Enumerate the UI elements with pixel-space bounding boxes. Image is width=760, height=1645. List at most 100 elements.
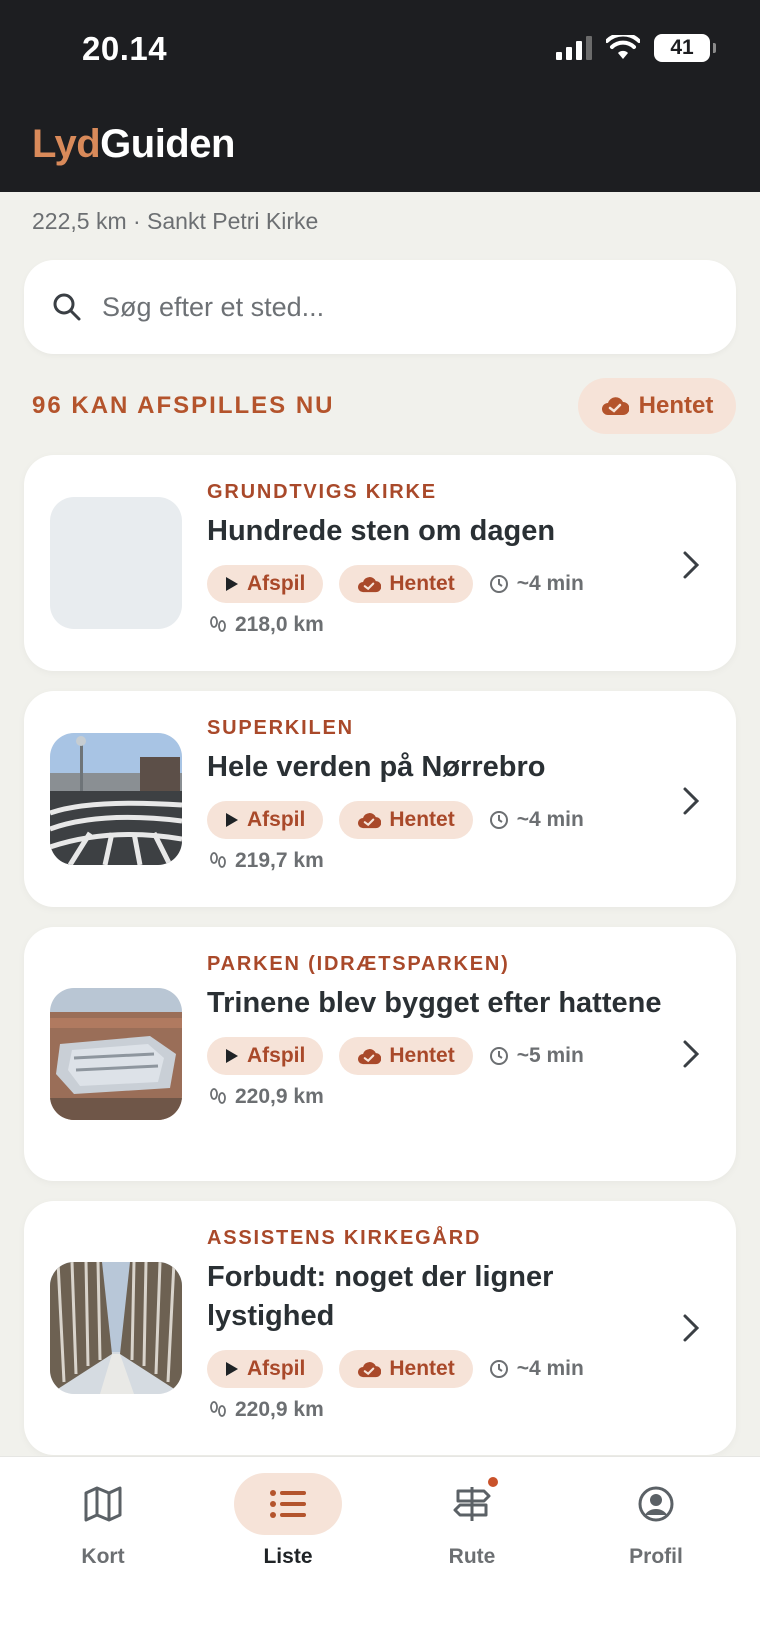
tab-icon-container (418, 1473, 526, 1535)
story-content: PARKEN (IDRÆTSPARKEN) Trinene blev bygge… (207, 953, 667, 1109)
clock-icon (489, 1047, 508, 1065)
story-place: GRUNDTVIGS KIRKE (207, 481, 437, 503)
avenue-image (50, 1262, 182, 1394)
story-thumbnail-placeholder (50, 497, 182, 629)
distance-text: 219,7 km (235, 849, 324, 872)
clock-icon (489, 575, 508, 593)
map-icon (84, 1486, 122, 1522)
chevron-right-icon (683, 787, 700, 815)
story-thumbnail (50, 988, 182, 1120)
battery-indicator: 41 (654, 34, 716, 62)
duration-text: ~4 min (516, 572, 584, 595)
play-icon (226, 813, 238, 827)
tab-label: Rute (448, 1545, 496, 1568)
story-place: SUPERKILEN (207, 717, 354, 739)
app-title-part2: Guiden (100, 122, 235, 166)
story-title: Hele verden på Nørrebro (207, 751, 546, 783)
chevron-right-icon (683, 1040, 700, 1068)
cloud-check-icon (358, 1361, 382, 1377)
play-button[interactable]: Afspil (207, 1037, 324, 1075)
downloaded-badge: Hentet (339, 565, 473, 603)
duration: ~4 min (489, 1357, 584, 1381)
downloaded-badge: Hentet (339, 801, 473, 839)
chevron-right-icon (683, 1314, 700, 1342)
story-thumbnail (50, 1262, 182, 1394)
footsteps-icon (210, 1401, 226, 1417)
status-time: 20.14 (82, 30, 168, 67)
wifi-icon (606, 35, 640, 59)
tab-icon-container (49, 1473, 157, 1535)
distance-text: 218,0 km (235, 613, 324, 636)
duration: ~5 min (489, 1044, 584, 1068)
play-button[interactable]: Afspil (207, 1350, 324, 1388)
play-label: Afspil (247, 572, 306, 595)
play-button[interactable]: Afspil (207, 565, 324, 603)
tab-liste[interactable]: Liste (208, 1473, 368, 1593)
story-card[interactable]: PARKEN (IDRÆTSPARKEN) Trinene blev bygge… (24, 927, 736, 1181)
downloaded-label: Hentet (389, 1044, 455, 1067)
story-content: SUPERKILEN Hele verden på Nørrebro Afspi… (207, 717, 667, 873)
cloud-check-icon (358, 812, 382, 828)
play-button[interactable]: Afspil (207, 801, 324, 839)
filter-label: Hentet (638, 392, 714, 419)
distance: 218,0 km (207, 613, 667, 637)
downloaded-label: Hentet (389, 1357, 455, 1380)
story-title: Trinene blev bygget efter hattene (207, 987, 662, 1019)
clock-icon (489, 1360, 508, 1378)
story-content: GRUNDTVIGS KIRKE Hundrede sten om dagen … (207, 481, 667, 637)
duration-text: ~5 min (516, 1044, 584, 1067)
downloaded-label: Hentet (389, 572, 455, 595)
story-actions: Afspil Hentet ~4 min (207, 801, 667, 839)
cloud-check-icon (601, 397, 629, 415)
story-actions: Afspil Hentet ~4 min (207, 565, 667, 603)
footsteps-icon (210, 1088, 226, 1104)
status-icons: 41 (556, 34, 716, 62)
play-label: Afspil (247, 1357, 306, 1380)
story-card[interactable]: ASSISTENS KIRKEGÅRD Forbudt: noget der l… (24, 1201, 736, 1455)
search-input[interactable] (102, 291, 662, 323)
profile-icon (638, 1486, 674, 1522)
story-card[interactable]: GRUNDTVIGS KIRKE Hundrede sten om dagen … (24, 455, 736, 671)
footsteps-icon (210, 852, 226, 868)
clock-icon (489, 811, 508, 829)
superkilen-image (50, 733, 182, 865)
distance: 220,9 km (207, 1398, 667, 1422)
tab-label: Liste (263, 1545, 313, 1568)
downloaded-filter-chip[interactable]: Hentet (578, 378, 736, 434)
bottom-tab-bar: Kort Liste Rute Profil (0, 1456, 760, 1645)
signal-icon (556, 36, 592, 60)
footsteps-icon (210, 616, 226, 632)
tab-rute[interactable]: Rute (392, 1473, 552, 1593)
distance-text: 220,9 km (235, 1398, 324, 1421)
story-place: ASSISTENS KIRKEGÅRD (207, 1227, 482, 1249)
story-content: ASSISTENS KIRKEGÅRD Forbudt: noget der l… (207, 1227, 667, 1422)
notification-dot (488, 1477, 498, 1487)
search-icon (53, 293, 81, 321)
playable-count: 96 KAN AFSPILLES NU (32, 392, 335, 419)
downloaded-badge: Hentet (339, 1037, 473, 1075)
distance-text: 220,9 km (235, 1085, 324, 1108)
duration-text: ~4 min (516, 1357, 584, 1380)
distance: 219,7 km (207, 849, 667, 873)
tab-icon-container (234, 1473, 342, 1535)
chevron-right-icon (683, 551, 700, 579)
play-label: Afspil (247, 808, 306, 831)
tab-label: Profil (629, 1545, 683, 1568)
story-card[interactable]: SUPERKILEN Hele verden på Nørrebro Afspi… (24, 691, 736, 907)
list-icon (270, 1490, 306, 1518)
play-label: Afspil (247, 1044, 306, 1067)
story-title: Hundrede sten om dagen (207, 515, 556, 547)
cloud-check-icon (358, 576, 382, 592)
current-location: 222,5 km · Sankt Petri Kirke (32, 208, 319, 234)
signpost-icon (453, 1487, 491, 1521)
distance: 220,9 km (207, 1085, 667, 1109)
story-actions: Afspil Hentet ~4 min (207, 1350, 667, 1388)
tab-icon-container (602, 1473, 710, 1535)
story-actions: Afspil Hentet ~5 min (207, 1037, 667, 1075)
tab-kort[interactable]: Kort (23, 1473, 183, 1593)
duration-text: ~4 min (516, 808, 584, 831)
search-bar[interactable] (24, 260, 736, 354)
story-thumbnail (50, 733, 182, 865)
app-title: LydGuiden (32, 122, 235, 167)
tab-profil[interactable]: Profil (576, 1473, 736, 1593)
